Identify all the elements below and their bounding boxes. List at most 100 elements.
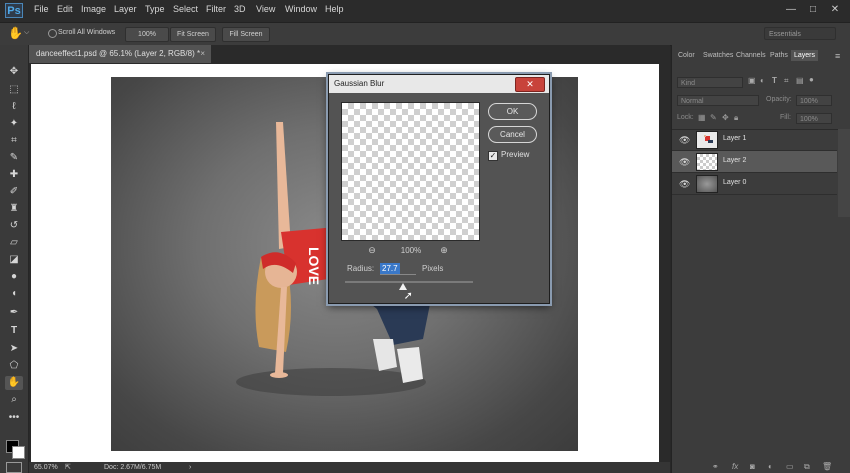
layers-scrollbar[interactable] bbox=[838, 129, 850, 217]
radius-slider-track[interactable] bbox=[345, 281, 473, 283]
layer-filter-kind[interactable]: Kind bbox=[677, 77, 743, 88]
filter-shape-icon[interactable]: ⌗ bbox=[784, 76, 789, 86]
blur-tool-icon[interactable]: ● bbox=[5, 270, 23, 284]
eraser-tool-icon[interactable]: ▱ bbox=[5, 236, 23, 250]
tab-layers[interactable]: Layers bbox=[791, 50, 819, 61]
crop-tool-icon[interactable]: ⌗ bbox=[5, 134, 23, 148]
menu-image[interactable]: Image bbox=[81, 4, 106, 14]
fill-input[interactable]: 100% bbox=[796, 113, 832, 124]
document-tab[interactable]: danceeffect1.psd @ 65.1% (Layer 2, RGB/8… bbox=[29, 45, 211, 63]
menu-help[interactable]: Help bbox=[325, 4, 344, 14]
filter-adjustment-icon[interactable]: ◐ bbox=[760, 76, 765, 85]
menu-edit[interactable]: Edit bbox=[57, 4, 73, 14]
paint-bucket-tool-icon[interactable]: ◪ bbox=[5, 253, 23, 267]
history-brush-tool-icon[interactable]: ↺ bbox=[5, 219, 23, 233]
menu-select[interactable]: Select bbox=[173, 4, 198, 14]
close-window-button[interactable]: ✕ bbox=[826, 3, 844, 17]
cancel-button[interactable]: Cancel bbox=[488, 126, 537, 143]
layer-row-layer-0[interactable]: 👁︎ Layer 0 bbox=[672, 173, 837, 195]
dodge-tool-icon[interactable]: ◖ bbox=[5, 287, 23, 301]
pen-tool-icon[interactable]: ✒ bbox=[5, 306, 23, 320]
ok-button[interactable]: OK bbox=[488, 103, 537, 120]
close-tab-icon[interactable]: × bbox=[200, 45, 205, 63]
marquee-tool-icon[interactable]: ⬚ bbox=[5, 83, 23, 97]
menu-file[interactable]: File bbox=[34, 4, 49, 14]
brush-tool-icon[interactable]: ✐ bbox=[5, 185, 23, 199]
menu-type[interactable]: Type bbox=[145, 4, 165, 14]
menu-view[interactable]: View bbox=[256, 4, 275, 14]
layer-name[interactable]: Layer 1 bbox=[723, 135, 746, 142]
tab-paths[interactable]: Paths bbox=[770, 52, 788, 59]
zoom-100-button[interactable]: 100% bbox=[125, 27, 169, 42]
maximize-button[interactable]: □ bbox=[804, 3, 822, 17]
opacity-input[interactable]: 100% bbox=[796, 95, 832, 106]
panel-menu-icon[interactable]: ≡ bbox=[835, 51, 840, 61]
tab-color[interactable]: Color bbox=[678, 52, 695, 59]
shape-tool-icon[interactable]: ⬠ bbox=[5, 359, 23, 373]
move-tool-icon[interactable]: ✥ bbox=[5, 65, 23, 79]
zoom-out-icon[interactable]: ⊖ bbox=[367, 245, 377, 255]
lock-pixels-icon[interactable]: ✎ bbox=[710, 113, 717, 122]
options-bar: ✋ ⌵ Scroll All Windows 100% Fit Screen F… bbox=[0, 22, 850, 46]
chevron-down-icon[interactable]: ⌵ bbox=[24, 29, 29, 37]
workspace-select[interactable]: Essentials bbox=[764, 27, 836, 40]
mask-icon[interactable]: ◙ bbox=[750, 462, 755, 471]
layer-row-layer-2[interactable]: 👁︎ Layer 2 bbox=[672, 151, 837, 173]
lock-all-icon[interactable]: 🔒︎ bbox=[734, 113, 738, 123]
dialog-close-button[interactable]: ✕ bbox=[515, 77, 545, 92]
fit-screen-button[interactable]: Fit Screen bbox=[170, 27, 216, 42]
menu-filter[interactable]: Filter bbox=[206, 4, 226, 14]
visibility-eye-icon[interactable]: 👁︎ bbox=[679, 179, 690, 190]
layer-name[interactable]: Layer 2 bbox=[723, 157, 746, 164]
fill-screen-button[interactable]: Fill Screen bbox=[222, 27, 270, 42]
tab-swatches[interactable]: Swatches bbox=[703, 52, 733, 59]
lock-transparent-icon[interactable]: ▦ bbox=[698, 113, 706, 122]
filter-toggle-icon[interactable]: ● bbox=[809, 75, 814, 84]
more-tools-icon[interactable]: ••• bbox=[5, 411, 23, 425]
zoom-in-icon[interactable]: ⊕ bbox=[439, 245, 449, 255]
link-icon[interactable]: ⚭ bbox=[712, 462, 719, 471]
hand-tool-icon[interactable]: ✋ bbox=[8, 26, 23, 40]
filter-pixel-icon[interactable]: ▣ bbox=[748, 76, 756, 85]
zoom-readout[interactable]: 65.07% bbox=[34, 462, 58, 473]
filter-type-icon[interactable]: T bbox=[772, 76, 777, 85]
new-layer-icon[interactable]: ⧉ bbox=[804, 462, 810, 472]
blend-mode-select[interactable]: Normal bbox=[677, 95, 759, 106]
visibility-eye-icon[interactable]: 👁︎ bbox=[679, 157, 690, 168]
status-chevron-icon[interactable]: › bbox=[189, 462, 191, 473]
healing-brush-tool-icon[interactable]: ✚ bbox=[5, 168, 23, 182]
radius-value[interactable]: 27.7 bbox=[380, 263, 400, 274]
folder-icon[interactable]: ▭ bbox=[786, 462, 794, 471]
menu-layer[interactable]: Layer bbox=[114, 4, 137, 14]
quick-mask-icon[interactable] bbox=[6, 462, 22, 473]
clone-stamp-tool-icon[interactable]: ♜ bbox=[5, 202, 23, 216]
status-bar: 65.07% ⇱ Doc: 2.67M/6.75M › bbox=[29, 462, 670, 473]
visibility-eye-icon[interactable]: 👁︎ bbox=[679, 135, 690, 146]
blur-preview[interactable] bbox=[341, 102, 480, 241]
fx-icon[interactable]: fx bbox=[732, 462, 738, 471]
layer-name[interactable]: Layer 0 bbox=[723, 179, 746, 186]
eyedropper-tool-icon[interactable]: ✎ bbox=[5, 151, 23, 165]
path-selection-tool-icon[interactable]: ➤ bbox=[5, 342, 23, 356]
adjustment-icon[interactable]: ◐ bbox=[768, 462, 773, 471]
zoom-tool-icon[interactable]: ⌕ bbox=[5, 393, 23, 407]
type-tool-icon[interactable]: T bbox=[5, 324, 23, 338]
background-color-swatch[interactable] bbox=[12, 446, 25, 459]
gaussian-blur-dialog: Gaussian Blur ✕ OK Cancel ✓ Preview ⊖ 10… bbox=[328, 74, 550, 304]
preview-zoom-level: 100% bbox=[400, 246, 422, 255]
layer-row-layer-1[interactable]: 👁︎ Layer 1 bbox=[672, 129, 837, 151]
menu-3d[interactable]: 3D bbox=[234, 4, 246, 14]
magic-wand-tool-icon[interactable]: ✦ bbox=[5, 117, 23, 131]
menu-window[interactable]: Window bbox=[285, 4, 317, 14]
trash-icon[interactable]: 🗑︎ bbox=[822, 462, 832, 471]
preview-checkbox[interactable]: ✓ bbox=[488, 151, 498, 161]
lasso-tool-icon[interactable]: ℓ bbox=[5, 100, 23, 114]
scroll-all-windows-checkbox[interactable] bbox=[48, 29, 57, 38]
layers-panel: Color Swatches Channels Paths Layers ≡ K… bbox=[671, 45, 850, 473]
lock-position-icon[interactable]: ✥ bbox=[722, 113, 729, 122]
minimize-button[interactable]: — bbox=[782, 3, 800, 17]
export-icon[interactable]: ⇱ bbox=[65, 462, 71, 473]
tab-channels[interactable]: Channels bbox=[736, 52, 766, 59]
hand-tool-icon[interactable]: ✋ bbox=[5, 376, 23, 390]
filter-smart-object-icon[interactable]: ▤ bbox=[796, 76, 804, 85]
